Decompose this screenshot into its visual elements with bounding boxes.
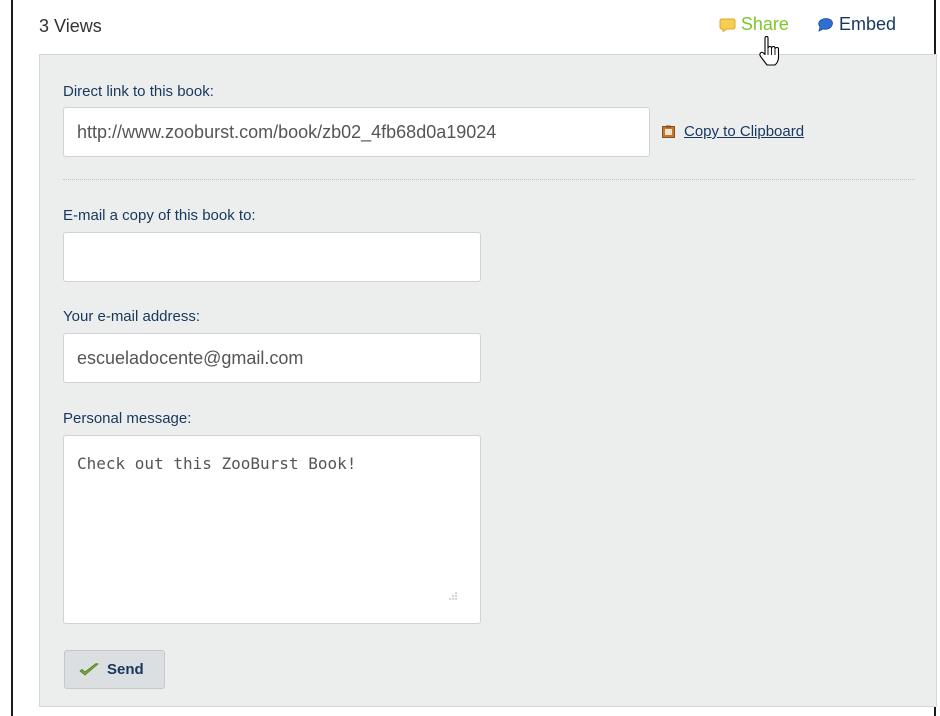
tab-embed-label: Embed (838, 14, 896, 34)
share-embed-tabs: Share Embed (691, 14, 896, 35)
send-button[interactable]: Send (64, 650, 165, 689)
tab-share[interactable]: Share (719, 14, 789, 35)
checkmark-icon (79, 662, 99, 676)
direct-link-label: Direct link to this book: (63, 83, 214, 100)
your-email-field[interactable] (63, 333, 481, 383)
share-bubble-icon (719, 18, 736, 32)
direct-link-field[interactable] (63, 107, 650, 157)
personal-message-label: Personal message: (63, 410, 192, 427)
send-button-label: Send (107, 661, 144, 678)
share-panel: Direct link to this book: Copy to Clipbo… (39, 54, 937, 707)
view-count: 3 Views (39, 16, 102, 36)
personal-message-field[interactable]: Check out this ZooBurst Book! (63, 435, 481, 624)
email-to-label: E-mail a copy of this book to: (63, 207, 256, 224)
clipboard-icon (662, 125, 675, 138)
tab-embed[interactable]: Embed (817, 14, 896, 35)
email-to-field[interactable] (63, 232, 481, 282)
section-divider (63, 179, 915, 180)
resize-grip-icon[interactable] (448, 591, 458, 601)
your-email-label: Your e-mail address: (63, 308, 201, 325)
copy-to-clipboard-label: Copy to Clipboard (684, 123, 805, 140)
tab-share-label: Share (740, 14, 789, 34)
embed-bubble-icon (818, 17, 833, 32)
hand-pointer-icon (759, 36, 780, 66)
share-widget-frame: 3 Views Share Embed Direct link to this … (11, 0, 937, 716)
copy-to-clipboard-link[interactable]: Copy to Clipboard (662, 123, 804, 140)
